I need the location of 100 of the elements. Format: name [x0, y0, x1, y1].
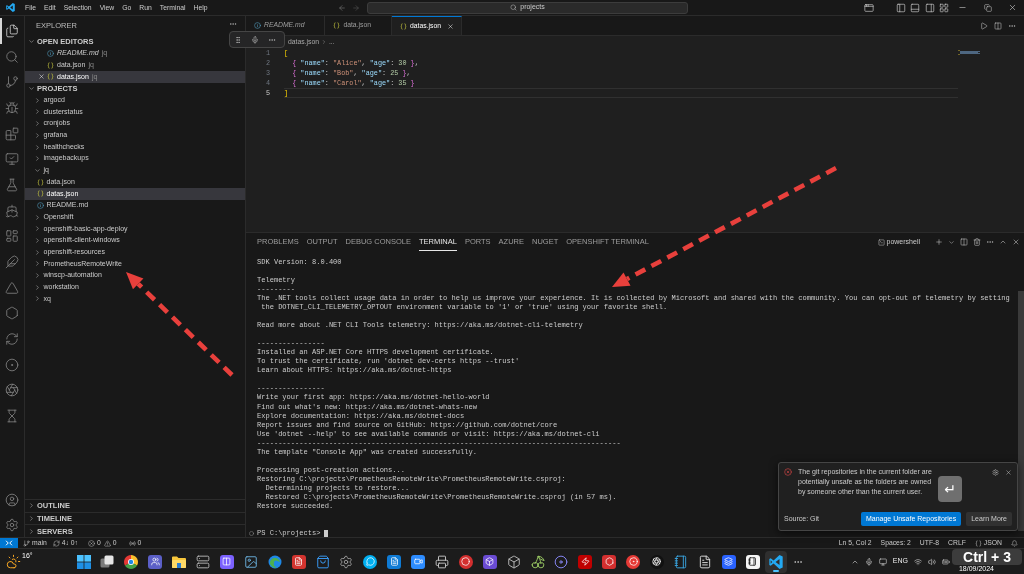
server-icon [196, 554, 211, 569]
browser-icon [267, 554, 282, 569]
blocks-icon [5, 126, 19, 141]
panel-left-icon[interactable] [896, 2, 907, 13]
remote-icon [5, 540, 13, 546]
text-cursor [324, 529, 329, 538]
app-tile-icon [721, 554, 736, 569]
run-icon[interactable] [980, 21, 988, 30]
microphone-icon[interactable] [251, 35, 259, 44]
hexagon-icon [5, 306, 19, 321]
people-tile-icon [148, 554, 163, 569]
notepad-icon [673, 554, 688, 569]
shopping-bag-icon [315, 554, 330, 569]
window-icon[interactable] [864, 2, 875, 13]
settings-icon [339, 554, 354, 569]
close-icon [37, 73, 45, 81]
monitor-check-icon [5, 152, 19, 167]
sync-icon [52, 539, 60, 547]
split-terminal-icon[interactable] [960, 238, 968, 246]
chat-bubble-icon [363, 554, 378, 569]
settings-icon[interactable] [5, 517, 19, 532]
chevron-up-icon[interactable] [999, 238, 1007, 246]
image-icon [243, 554, 258, 569]
feather-icon [5, 255, 19, 270]
minimap-drawing [958, 50, 980, 55]
fruit-icon [530, 554, 545, 569]
files-icon [5, 23, 19, 38]
search-icon [5, 49, 19, 64]
aperture-icon [5, 383, 19, 398]
app-tile-icon [578, 554, 593, 569]
chevron-down-icon[interactable] [948, 238, 955, 246]
document-icon [697, 554, 712, 569]
split-editor-icon[interactable] [994, 21, 1002, 30]
error-icon [784, 468, 792, 476]
chevron-right-icon [321, 39, 327, 45]
remote-button[interactable] [0, 538, 18, 548]
account-icon[interactable] [5, 492, 19, 507]
monitor-icon[interactable] [878, 557, 887, 566]
refresh-icon [5, 332, 19, 347]
braces-icon [47, 61, 54, 69]
close-icon[interactable] [1005, 469, 1012, 476]
more-icon[interactable] [229, 20, 237, 28]
info-icon [254, 22, 261, 29]
more-icon[interactable] [986, 238, 994, 246]
scrollbar-thumb[interactable] [1018, 291, 1024, 531]
layout-icon[interactable] [939, 2, 949, 13]
close-icon [1008, 3, 1017, 12]
hourglass-icon [5, 409, 19, 424]
branch-icon [5, 75, 19, 90]
code-logo-icon [769, 554, 784, 569]
plus-icon[interactable] [935, 238, 943, 246]
warning-icon [103, 539, 111, 547]
battery-icon[interactable] [942, 557, 950, 566]
wifi-icon[interactable] [914, 557, 922, 566]
app-tile-icon [602, 554, 617, 569]
triangle-icon [5, 280, 19, 295]
error-icon [88, 539, 95, 547]
bell-icon[interactable] [1011, 539, 1018, 547]
close-icon[interactable] [1012, 238, 1020, 246]
info-icon [37, 201, 44, 209]
braces-icon [47, 73, 54, 81]
bug-icon [5, 100, 19, 115]
app-tile-icon [482, 554, 497, 569]
printer-icon [434, 554, 449, 569]
grip-icon[interactable] [234, 35, 242, 44]
braces-icon [37, 190, 44, 198]
cube-icon [506, 554, 521, 569]
panel-right-icon[interactable] [924, 2, 935, 13]
app-tile-icon [626, 554, 641, 569]
braces-icon [400, 22, 407, 30]
document-tile-icon [291, 554, 306, 569]
settings-icon[interactable] [992, 469, 999, 476]
app-tile-icon [649, 554, 664, 569]
braces-icon [974, 539, 982, 547]
trash-icon[interactable] [973, 238, 981, 246]
microphone-icon[interactable] [864, 557, 873, 566]
app-tile-icon [219, 554, 234, 569]
radio-tower-icon [128, 539, 136, 547]
branch-icon [23, 539, 30, 547]
ship-icon [5, 203, 19, 218]
panel-bottom-icon[interactable] [910, 2, 921, 13]
four-squares-icon [76, 554, 91, 569]
code-logo-icon [6, 3, 15, 12]
braces-icon [37, 178, 44, 186]
close-icon [446, 22, 454, 30]
circle-icon [249, 531, 254, 537]
document-tile-icon [387, 554, 402, 569]
circle-dot-icon [5, 357, 19, 372]
app-tile-icon [745, 554, 760, 569]
taskbar-button[interactable] [765, 550, 788, 573]
dashboard-icon [5, 229, 19, 244]
browser-icon [124, 554, 139, 569]
restore-icon [984, 3, 992, 12]
disc-icon [554, 554, 569, 569]
weather-icon [6, 554, 21, 569]
task-view-icon [100, 554, 115, 569]
braces-icon [333, 22, 341, 29]
search-icon [510, 4, 518, 11]
volume-icon[interactable] [928, 557, 936, 566]
info-icon [47, 50, 54, 58]
